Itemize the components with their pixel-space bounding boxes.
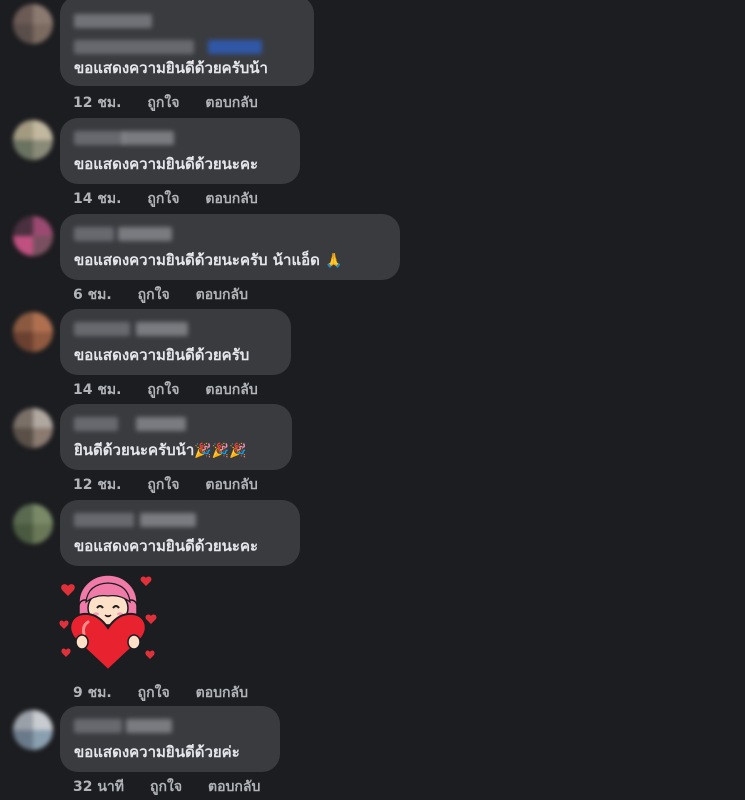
comment-time[interactable]: 14 ชม. bbox=[73, 382, 121, 398]
commenter-name[interactable] bbox=[74, 719, 122, 733]
comment-time[interactable]: 6 ชม. bbox=[73, 287, 112, 303]
comment-meta: 9 ชม. ถูกใจ ตอบกลับ bbox=[73, 682, 274, 704]
commenter-badge bbox=[208, 40, 262, 54]
avatar[interactable] bbox=[13, 312, 53, 352]
comment-time[interactable]: 12 ชม. bbox=[73, 95, 121, 111]
comment-text: ขอแสดงความยินดีด้วยนะคะ bbox=[74, 155, 259, 173]
comment-text-body: ขอแสดงความยินดีด้วยนะครับ น้าแอ็ด bbox=[74, 251, 320, 269]
reply-button[interactable]: ตอบกลับ bbox=[208, 779, 260, 795]
reply-button[interactable]: ตอบกลับ bbox=[205, 477, 257, 493]
like-button[interactable]: ถูกใจ bbox=[150, 779, 182, 795]
comment-text: ขอแสดงความยินดีด้วยนะคะ bbox=[74, 537, 259, 555]
like-button[interactable]: ถูกใจ bbox=[138, 685, 170, 701]
comment-meta: 12 ชม. ถูกใจ ตอบกลับ bbox=[73, 92, 284, 114]
girl-hugging-heart-sticker[interactable] bbox=[58, 572, 158, 676]
like-button[interactable]: ถูกใจ bbox=[138, 287, 170, 303]
reply-button[interactable]: ตอบกลับ bbox=[205, 95, 257, 111]
comment-time[interactable]: 32 นาที bbox=[73, 779, 124, 795]
commenter-name-part bbox=[122, 131, 174, 145]
commenter-name-part bbox=[118, 227, 172, 241]
commenter-name[interactable] bbox=[74, 513, 134, 527]
avatar[interactable] bbox=[13, 216, 53, 256]
like-button[interactable]: ถูกใจ bbox=[147, 95, 179, 111]
comment-text: ขอแสดงความยินดีด้วยนะครับ น้าแอ็ด 🙏 bbox=[74, 248, 343, 272]
comment-meta: 12 ชม. ถูกใจ ตอบกลับ bbox=[73, 474, 284, 496]
comment-bubble: ขอแสดงความยินดีด้วยค่ะ bbox=[60, 706, 280, 772]
comment-bubble: ขอแสดงความยินดีด้วยนะคะ bbox=[60, 500, 300, 566]
comment-text: ขอแสดงความยินดีด้วยค่ะ bbox=[74, 743, 240, 761]
commenter-name-part bbox=[136, 322, 188, 336]
commenter-name[interactable] bbox=[74, 131, 124, 145]
avatar[interactable] bbox=[13, 408, 53, 448]
commenter-name-part bbox=[140, 513, 196, 527]
comment-bubble: ขอแสดงความยินดีด้วยนะครับ น้าแอ็ด 🙏 bbox=[60, 214, 400, 280]
reply-button[interactable]: ตอบกลับ bbox=[205, 382, 257, 398]
comment-bubble: ยินดีด้วยนะครับน้า🎉🎉🎉 bbox=[60, 404, 292, 470]
comment-time[interactable]: 14 ชม. bbox=[73, 191, 121, 207]
comment-text: ขอแสดงความยินดีด้วยครับ bbox=[74, 346, 250, 364]
comment-meta: 14 ชม. ถูกใจ ตอบกลับ bbox=[73, 188, 284, 210]
comment-text-body: ยินดีด้วยนะครับน้า bbox=[74, 441, 195, 459]
commenter-name[interactable] bbox=[74, 417, 118, 431]
comment-meta: 32 นาที ถูกใจ ตอบกลับ bbox=[73, 776, 286, 798]
comment-text: ขอแสดงความยินดีด้วยครับน้า bbox=[74, 59, 268, 77]
avatar[interactable] bbox=[13, 4, 53, 44]
reply-button[interactable]: ตอบกลับ bbox=[196, 685, 248, 701]
reply-button[interactable]: ตอบกลับ bbox=[196, 287, 248, 303]
comment-bubble: ขอแสดงความยินดีด้วยครับ bbox=[60, 309, 291, 375]
comment-time[interactable]: 12 ชม. bbox=[73, 477, 121, 493]
comment-time[interactable]: 9 ชม. bbox=[73, 685, 112, 701]
commenter-subtitle bbox=[74, 40, 194, 54]
folded-hands-icon: 🙏 bbox=[325, 253, 343, 269]
comment-bubble: ขอแสดงความยินดีด้วยครับน้า bbox=[60, 0, 314, 86]
commenter-name-part bbox=[136, 417, 186, 431]
party-popper-icon: 🎉🎉🎉 bbox=[194, 443, 247, 459]
comment-bubble: ขอแสดงความยินดีด้วยนะคะ bbox=[60, 118, 300, 184]
like-button[interactable]: ถูกใจ bbox=[147, 191, 179, 207]
commenter-name[interactable] bbox=[74, 14, 152, 28]
avatar[interactable] bbox=[13, 504, 53, 544]
comment-text: ยินดีด้วยนะครับน้า🎉🎉🎉 bbox=[74, 438, 247, 462]
comment-meta: 6 ชม. ถูกใจ ตอบกลับ bbox=[73, 284, 274, 306]
comment-meta: 14 ชม. ถูกใจ ตอบกลับ bbox=[73, 379, 284, 401]
like-button[interactable]: ถูกใจ bbox=[147, 477, 179, 493]
avatar[interactable] bbox=[13, 710, 53, 750]
like-button[interactable]: ถูกใจ bbox=[147, 382, 179, 398]
reply-button[interactable]: ตอบกลับ bbox=[205, 191, 257, 207]
commenter-name-part bbox=[126, 719, 172, 733]
avatar[interactable] bbox=[13, 120, 53, 160]
commenter-name[interactable] bbox=[74, 322, 130, 336]
sticker-graphic bbox=[59, 574, 157, 672]
commenter-name[interactable] bbox=[74, 227, 114, 241]
